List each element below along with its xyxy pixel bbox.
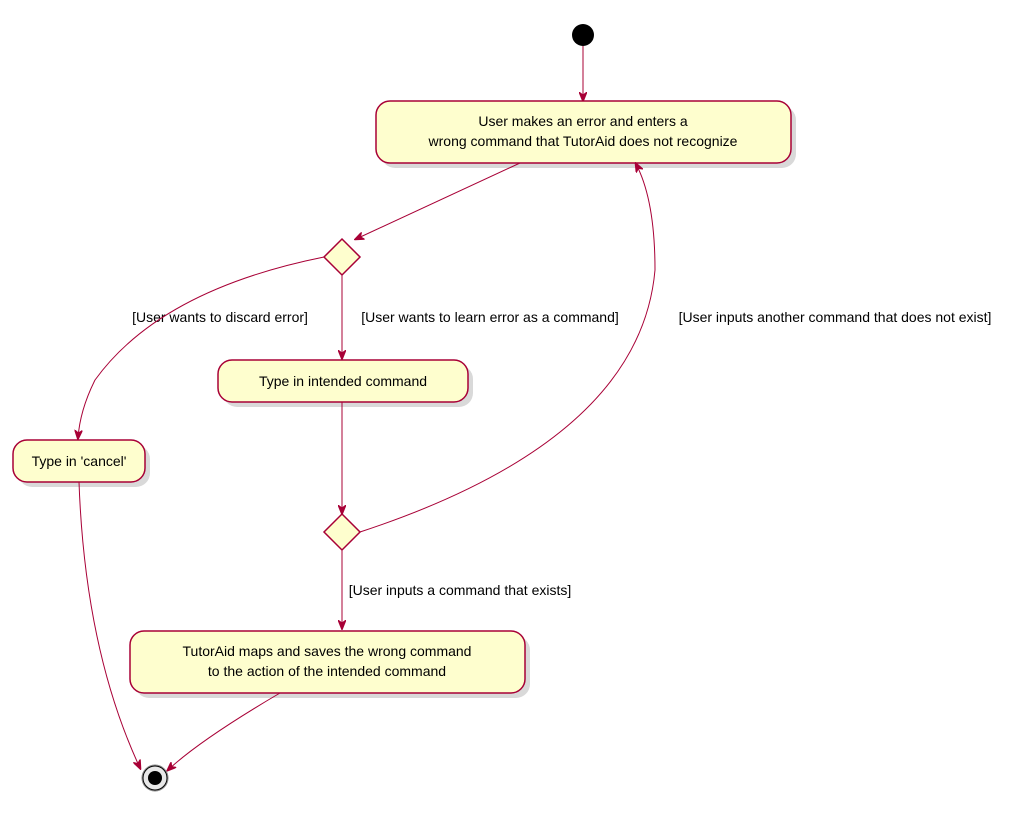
activity-diagram: User makes an error and enters a wrong c… xyxy=(0,0,1021,823)
decision-d2 xyxy=(324,514,360,550)
activity-cancel-text: Type in 'cancel' xyxy=(32,453,127,469)
activity-error xyxy=(376,101,791,163)
guard-notexist: [User inputs another command that does n… xyxy=(679,309,992,325)
activity-error-text-l2: wrong command that TutorAid does not rec… xyxy=(428,133,738,149)
activity-error-text-l1: User makes an error and enters a xyxy=(478,113,688,129)
initial-node xyxy=(572,24,594,46)
edge-d1-cancel xyxy=(78,257,324,438)
edge-d2-error xyxy=(360,164,655,532)
edge-error-d1 xyxy=(356,163,520,239)
decision-d1 xyxy=(324,239,360,275)
guard-exists: [User inputs a command that exists] xyxy=(349,582,572,598)
activity-map-text-l2: to the action of the intended command xyxy=(208,663,446,679)
guard-discard: [User wants to discard error] xyxy=(132,309,308,325)
activity-map xyxy=(130,631,525,693)
activity-map-text-l1: TutorAid maps and saves the wrong comman… xyxy=(183,643,472,659)
guard-learn: [User wants to learn error as a command] xyxy=(361,309,619,325)
edge-cancel-end xyxy=(79,482,140,768)
edge-map-end xyxy=(168,693,280,770)
activity-intended-text: Type in intended command xyxy=(259,373,427,389)
final-node xyxy=(142,765,168,791)
